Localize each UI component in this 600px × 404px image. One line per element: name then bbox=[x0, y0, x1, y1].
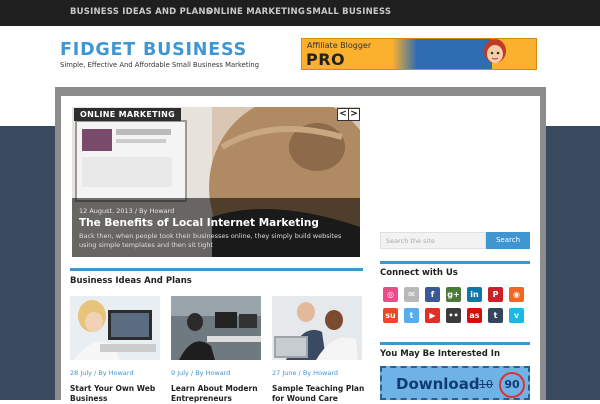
nav-item-small-business[interactable]: SMALL BUSINESS bbox=[306, 7, 391, 17]
post-thumbnail-1[interactable] bbox=[70, 296, 160, 360]
section-divider bbox=[70, 268, 363, 271]
ad-line2: PRO bbox=[306, 50, 346, 69]
post-title-3[interactable]: Sample Teaching Plan for Wound Care bbox=[272, 384, 367, 404]
pinterest-icon[interactable]: P bbox=[488, 287, 503, 302]
site-title[interactable]: FIDGET BUSINESS bbox=[60, 40, 247, 60]
youtube-icon[interactable]: ▶ bbox=[425, 308, 440, 323]
rss-icon[interactable]: ◉ bbox=[509, 287, 524, 302]
search-input[interactable]: Search the site bbox=[380, 232, 486, 249]
stumbleupon-icon[interactable]: su bbox=[383, 308, 398, 323]
post-title-2[interactable]: Learn About Modern Entrepreneurs bbox=[171, 384, 266, 404]
slider-meta: 12 August, 2013 / By Howard bbox=[79, 207, 175, 215]
vimeo-icon[interactable]: v bbox=[509, 308, 524, 323]
slider-title[interactable]: The Benefits of Local Internet Marketing bbox=[79, 217, 319, 229]
search-button[interactable]: Search bbox=[486, 232, 530, 249]
sidebar-divider-1 bbox=[380, 261, 530, 264]
interested-title: You May Be Interested In bbox=[380, 349, 501, 359]
slider-category-tag[interactable]: ONLINE MARKETING bbox=[74, 108, 181, 121]
lastfm-icon[interactable]: as bbox=[467, 308, 482, 323]
sidebar-divider-2 bbox=[380, 342, 530, 345]
slider-next-button[interactable]: > bbox=[348, 108, 360, 121]
ad-line1: Affiliate Blogger bbox=[307, 41, 372, 50]
facebook-icon[interactable]: f bbox=[425, 287, 440, 302]
post-date-2: 9 July / By Howard bbox=[171, 369, 231, 377]
post-date-3: 27 June / By Howard bbox=[272, 369, 339, 377]
top-nav-bar: BUSINESS IDEAS AND PLANS ONLINE MARKETIN… bbox=[0, 0, 600, 26]
google-plus-icon[interactable]: g+ bbox=[446, 287, 461, 302]
nav-item-online-marketing[interactable]: ONLINE MARKETING bbox=[206, 7, 305, 17]
ad-new-price: 90 bbox=[499, 372, 525, 398]
post-date-1: 28 July / By Howard bbox=[70, 369, 134, 377]
flickr-icon[interactable]: •• bbox=[446, 308, 461, 323]
sidebar-ad-banner[interactable]: Download 10 90 bbox=[380, 366, 530, 400]
site-tagline: Simple, Effective And Affordable Small B… bbox=[60, 61, 260, 69]
dribbble-icon[interactable]: ◎ bbox=[383, 287, 398, 302]
section-title: Business Ideas And Plans bbox=[70, 276, 192, 286]
ad-old-price: 10 bbox=[479, 378, 493, 391]
linkedin-icon[interactable]: in bbox=[467, 287, 482, 302]
email-icon[interactable]: ✉ bbox=[404, 287, 419, 302]
connect-title: Connect with Us bbox=[380, 268, 458, 278]
post-title-1[interactable]: Start Your Own Web Business bbox=[70, 384, 165, 404]
ad-download-text: Download bbox=[396, 375, 480, 393]
tumblr-icon[interactable]: t bbox=[488, 308, 503, 323]
slider-excerpt: Back then, when people took their busine… bbox=[79, 232, 342, 249]
ad-character-icon bbox=[484, 39, 506, 63]
ad-background bbox=[392, 39, 492, 69]
nav-item-business-ideas[interactable]: BUSINESS IDEAS AND PLANS bbox=[70, 7, 212, 17]
post-thumbnail-3[interactable] bbox=[272, 296, 362, 360]
header-ad-banner[interactable]: Affiliate Blogger PRO bbox=[301, 38, 537, 70]
post-thumbnail-2[interactable] bbox=[171, 296, 261, 360]
twitter-icon[interactable]: t bbox=[404, 308, 419, 323]
